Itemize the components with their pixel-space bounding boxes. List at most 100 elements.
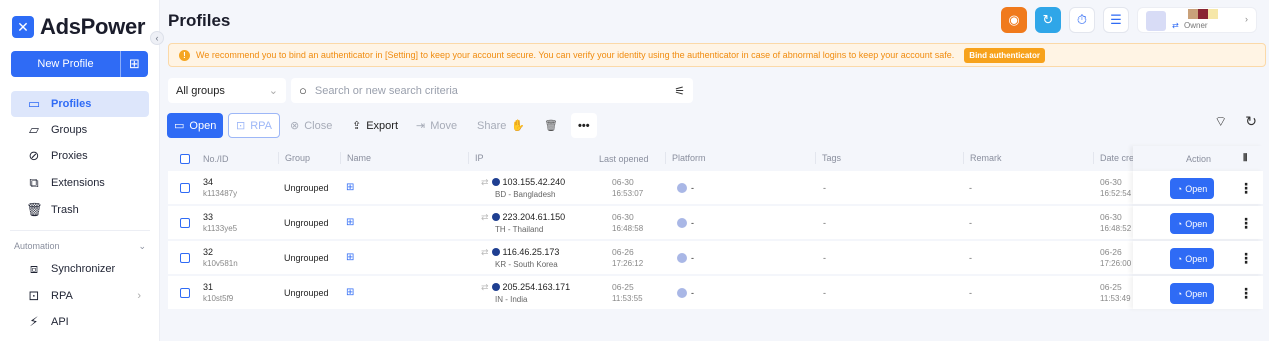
automation-section-header[interactable]: Automation ⌄ xyxy=(14,241,146,252)
table-row[interactable]: 31 k10st5f9 Ungrouped ⊞ ⇄ 205.254.163.171… xyxy=(168,276,1263,311)
export-button[interactable]: ⇪ Export xyxy=(345,113,405,138)
column-header-platform[interactable]: Platform xyxy=(665,152,706,164)
chevron-down-icon: ⌄ xyxy=(268,85,278,97)
sidebar-item-extensions[interactable]: ⧉ Extensions xyxy=(11,170,149,196)
account-menu[interactable]: ⇄ Owner › xyxy=(1137,7,1257,33)
sidebar-item-profiles[interactable]: ▭ Profiles xyxy=(11,91,149,117)
folder-icon: ▱ xyxy=(29,122,39,137)
sidebar-item-trash[interactable]: 🗑 Trash xyxy=(11,197,149,223)
share-hand-icon: ✋ xyxy=(511,120,526,132)
app-logo[interactable]: ✕ AdsPower xyxy=(12,14,145,40)
more-actions-icon[interactable]: ⋮ xyxy=(1239,215,1253,232)
remark-value[interactable]: - xyxy=(969,241,972,274)
remark-value[interactable]: - xyxy=(969,276,972,309)
search-box[interactable]: ○ Search or new search criteria ⚟ xyxy=(291,78,693,103)
row-actions: ◔ Open ⋮ xyxy=(1133,171,1263,204)
open-profile-button[interactable]: ◔ Open xyxy=(1170,213,1214,234)
sidebar-item-groups[interactable]: ▱ Groups xyxy=(11,117,149,143)
refresh-icon[interactable]: ↻ xyxy=(1245,113,1257,131)
column-header-group[interactable]: Group xyxy=(278,152,310,164)
last-opened-date: 06-30 xyxy=(612,177,634,187)
table-row[interactable]: 32 k10v581n Ungrouped ⊞ ⇄ 116.46.25.173 K… xyxy=(168,241,1263,276)
profile-group: Ungrouped xyxy=(284,252,329,263)
move-label: Move xyxy=(430,119,458,132)
task-list-icon[interactable]: ☰ xyxy=(1103,7,1129,33)
move-button[interactable]: ⇥ Move xyxy=(409,113,464,138)
row-checkbox[interactable] xyxy=(180,206,190,239)
search-input[interactable]: Search or new search criteria xyxy=(315,85,458,97)
open-profile-button[interactable]: ◔ Open xyxy=(1170,178,1214,199)
new-profile-button-group: New Profile ⊞ xyxy=(11,51,148,77)
sync-icon: ⧈ xyxy=(29,261,39,276)
share-button[interactable]: Share ✋ xyxy=(470,113,532,138)
remark-value[interactable]: - xyxy=(969,206,972,239)
proxy-ip[interactable]: 205.254.163.171 xyxy=(503,282,571,292)
close-button[interactable]: ⊗ Close xyxy=(283,113,339,138)
open-profile-label: Open xyxy=(1185,218,1208,229)
table-header: No./ID Group Name IP Last opened Platfor… xyxy=(168,146,1263,171)
row-checkbox[interactable] xyxy=(180,241,190,274)
sidebar-divider xyxy=(10,230,150,231)
column-settings-icon[interactable]: ⦀ xyxy=(1243,146,1247,171)
export-icon: ⇪ xyxy=(352,120,362,132)
account-name-redacted xyxy=(1188,9,1218,19)
last-opened-time: 11:53:55 xyxy=(612,294,643,303)
row-checkbox[interactable] xyxy=(180,276,190,309)
group-select[interactable]: All groups ⌄ xyxy=(168,78,286,103)
export-label: Export xyxy=(366,119,399,132)
table-row[interactable]: 34 k113487y Ungrouped ⊞ ⇄ 103.155.42.240 … xyxy=(168,171,1263,206)
remark-value[interactable]: - xyxy=(969,171,972,204)
tag-icon[interactable]: ⌔ xyxy=(1214,113,1227,131)
coin-icon[interactable]: ◉ xyxy=(1001,7,1027,33)
sidebar-item-label: Trash xyxy=(51,204,79,216)
proxy-location: BD - Bangladesh xyxy=(495,189,556,199)
more-actions-icon[interactable]: ⋮ xyxy=(1239,250,1253,267)
security-banner: ! We recommend you to bind an authentica… xyxy=(168,43,1266,67)
filter-settings-icon[interactable]: ⚟ xyxy=(674,84,685,98)
refresh-app-icon[interactable]: ↻ xyxy=(1035,7,1061,33)
sidebar-item-label: RPA xyxy=(51,290,73,302)
proxy-ip[interactable]: 116.46.25.173 xyxy=(503,247,560,257)
sidebar-item-synchronizer[interactable]: ⧈ Synchronizer xyxy=(11,256,149,282)
sidebar-item-proxies[interactable]: ⊘ Proxies xyxy=(11,143,149,169)
column-header-last-opened[interactable]: Last opened xyxy=(599,146,649,171)
rpa-button[interactable]: ⊡ RPA xyxy=(228,113,281,138)
proxy-location: IN - India xyxy=(495,294,528,304)
more-button[interactable]: ••• xyxy=(571,113,597,138)
table-row[interactable]: 33 k1133ye5 Ungrouped ⊞ ⇄ 223.204.61.150 … xyxy=(168,206,1263,241)
chevron-down-icon: ⌄ xyxy=(138,241,146,251)
more-actions-icon[interactable]: ⋮ xyxy=(1239,180,1253,197)
column-header-name[interactable]: Name xyxy=(340,152,371,164)
chevron-right-icon: › xyxy=(137,290,141,302)
bind-authenticator-button[interactable]: Bind authenticator xyxy=(964,47,1045,63)
more-actions-icon[interactable]: ⋮ xyxy=(1239,285,1253,302)
column-header-no[interactable]: No./ID xyxy=(203,146,229,171)
collapse-sidebar-button[interactable]: ‹ xyxy=(150,31,164,45)
row-checkbox[interactable] xyxy=(180,171,190,204)
proxy-ip[interactable]: 103.155.42.240 xyxy=(503,177,566,187)
flag-icon xyxy=(491,178,500,186)
section-label: Automation xyxy=(14,241,60,251)
column-header-remark[interactable]: Remark xyxy=(963,152,1002,164)
open-button[interactable]: ▭ Open xyxy=(167,113,224,138)
proxy-ip[interactable]: 223.204.61.150 xyxy=(503,212,566,222)
delete-button[interactable]: 🗑 xyxy=(537,113,565,138)
column-header-date-created[interactable]: Date cre xyxy=(1093,152,1134,164)
platform-value: - xyxy=(691,217,694,228)
column-header-ip[interactable]: IP xyxy=(468,152,484,164)
new-profile-button[interactable]: New Profile xyxy=(11,51,120,77)
browser-icon: ◔ xyxy=(1176,183,1183,194)
open-profile-button[interactable]: ◔ Open xyxy=(1170,248,1214,269)
select-all-checkbox[interactable] xyxy=(180,146,190,171)
tags-value: - xyxy=(823,252,826,263)
tags-value: - xyxy=(823,217,826,228)
open-profile-button[interactable]: ◔ Open xyxy=(1170,283,1214,304)
sidebar-item-rpa[interactable]: ⊡ RPA › xyxy=(11,283,149,309)
window-icon: ▭ xyxy=(27,96,41,111)
profile-number: 33 xyxy=(203,212,214,222)
batch-add-icon[interactable]: ⊞ xyxy=(120,51,148,77)
timer-icon[interactable]: ⏱ xyxy=(1069,7,1095,33)
column-header-tags[interactable]: Tags xyxy=(815,152,841,164)
platform-value: - xyxy=(691,252,694,263)
sidebar-item-api[interactable]: ⚡ API xyxy=(11,309,149,335)
